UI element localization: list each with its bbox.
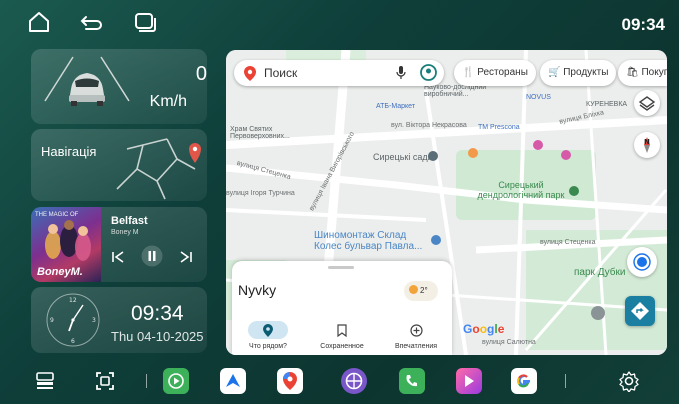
map-label-church: Храм Святих Первоверховних... <box>230 126 290 140</box>
map-label-tire: Шиномонтаж Склад Колес бульвар Павла... <box>314 230 423 252</box>
shopping-bag-icon: 🛍 <box>626 67 642 78</box>
speed-unit: Km/h <box>149 93 187 110</box>
map-label-salyutna: вулиця Салютна <box>482 339 536 346</box>
app-dock <box>0 358 679 404</box>
car-icon <box>44 56 130 106</box>
compass-button[interactable]: N <box>634 132 660 158</box>
chip-restaurants[interactable]: 🍴 Рестораны <box>454 60 536 86</box>
google-logo: Google <box>463 322 505 336</box>
app-list-icon[interactable] <box>32 368 58 394</box>
song-title: Belfast <box>111 215 148 227</box>
back-icon[interactable] <box>78 9 104 40</box>
album-cover[interactable]: THE MAGIC OF BoneyM. <box>31 207 101 282</box>
apps-grid-icon[interactable] <box>341 368 367 394</box>
speed-value: 0 <box>195 63 207 85</box>
clock-date: Thu 04-10-2025 <box>111 329 204 344</box>
map-label-nekrasova: вул. Віктора Некрасова <box>391 122 467 129</box>
clock-widget[interactable]: 12 3 6 9 09:34 Thu 04-10-2025 <box>31 287 207 353</box>
map-label-institute: Науково-дослідний виробничий... <box>424 84 487 98</box>
video-player-icon[interactable] <box>456 368 482 394</box>
tab-nearby-label: Что рядом? <box>249 343 287 350</box>
map-roads-icon <box>116 138 201 200</box>
chip-groceries[interactable]: 🛒 Продукты <box>540 60 617 86</box>
my-location-button[interactable] <box>627 247 657 277</box>
media-widget[interactable]: THE MAGIC OF BoneyM. Belfast Boney M <box>31 207 207 282</box>
place-name: Nyvky <box>238 282 277 298</box>
cart-icon: 🛒 <box>548 67 564 78</box>
map-label-park: Сирецький дендрологічний парк <box>477 180 565 200</box>
weather-badge: 2° <box>404 281 438 301</box>
map-pin-icon[interactable] <box>428 151 438 161</box>
chip-shopping[interactable]: 🛍 Покупки <box>618 60 667 86</box>
location-pin-icon <box>248 321 288 339</box>
map-label-turchina: вулиця Ігоря Турчина <box>226 190 295 197</box>
tab-nearby[interactable]: Что рядом? <box>232 321 304 350</box>
screen-fit-icon[interactable] <box>92 368 118 394</box>
directions-button[interactable] <box>625 296 655 326</box>
play-store-icon[interactable] <box>163 368 189 394</box>
map-pin-icon[interactable] <box>431 235 441 245</box>
svg-text:N: N <box>644 138 650 146</box>
map-label-kurenevka: КУРЕНЕВКА <box>586 101 628 108</box>
next-track-icon[interactable] <box>179 250 193 267</box>
tab-saved[interactable]: Сохраненное <box>306 321 378 350</box>
map-label-novus: NOVUS <box>526 94 551 101</box>
dock-divider <box>146 374 147 388</box>
bookmark-icon <box>322 321 362 339</box>
phone-icon[interactable] <box>399 368 425 394</box>
map-label-syrets: Сирецькі сади <box>373 152 433 162</box>
account-icon[interactable] <box>420 64 437 86</box>
svg-text:3: 3 <box>92 317 96 324</box>
map-label-market: АТБ-Маркет <box>376 103 416 110</box>
navigation-title: Навігація <box>41 144 97 159</box>
maps-pin-icon <box>244 66 256 86</box>
svg-text:9: 9 <box>50 317 54 324</box>
speed-widget[interactable]: 0 Km/h <box>31 49 207 124</box>
analog-clock: 12 3 6 9 <box>46 293 100 347</box>
microphone-icon[interactable] <box>396 66 406 85</box>
home-icon[interactable] <box>26 9 52 40</box>
layers-button[interactable] <box>634 90 660 116</box>
tab-contribute[interactable]: Впечатления <box>380 321 452 350</box>
map-pin-icon[interactable] <box>533 140 543 150</box>
map-pin-icon[interactable] <box>561 150 571 160</box>
svg-text:12: 12 <box>69 297 77 304</box>
map-label-stecenka2: вулиця Стеценка <box>540 239 596 246</box>
artist-name: Boney M <box>111 229 139 236</box>
map-pin-icon[interactable] <box>591 306 605 320</box>
settings-icon[interactable] <box>616 368 642 394</box>
recent-apps-icon[interactable] <box>132 9 158 40</box>
status-clock: 09:34 <box>621 15 665 34</box>
map-pin-icon[interactable] <box>468 148 478 158</box>
map-label-park-dubky: парк Дубки <box>574 267 626 278</box>
restaurants-icon: 🍴 <box>462 67 478 78</box>
previous-track-icon[interactable] <box>111 250 125 267</box>
drag-handle[interactable] <box>328 266 354 269</box>
google-icon[interactable] <box>511 368 537 394</box>
search-bar[interactable]: Поиск <box>234 60 444 86</box>
map-view[interactable]: Храм Святих Первоверховних... АТБ-Маркет… <box>226 50 667 355</box>
add-circle-icon <box>396 321 436 339</box>
svg-text:6: 6 <box>71 338 75 345</box>
tab-contribute-label: Впечатления <box>394 343 438 350</box>
map-label-prescona: TM Prescona <box>478 124 520 131</box>
navigation-widget[interactable]: Навігація <box>31 129 207 201</box>
map-pin-icon[interactable] <box>569 186 579 196</box>
explore-panel[interactable]: Nyvky 2° Что рядом? Сохраненное Впечатле… <box>232 261 452 355</box>
pause-button[interactable] <box>141 245 163 270</box>
weather-icon <box>409 285 418 294</box>
cover-brand: BoneyM. <box>37 266 83 278</box>
dock-divider <box>565 374 566 388</box>
status-bar: 09:34 <box>0 0 679 44</box>
tab-saved-label: Сохраненное <box>320 343 364 350</box>
clock-time: 09:34 <box>131 302 184 325</box>
search-input[interactable]: Поиск <box>264 66 297 80</box>
android-auto-icon[interactable] <box>220 368 246 394</box>
google-maps-icon[interactable] <box>277 368 303 394</box>
